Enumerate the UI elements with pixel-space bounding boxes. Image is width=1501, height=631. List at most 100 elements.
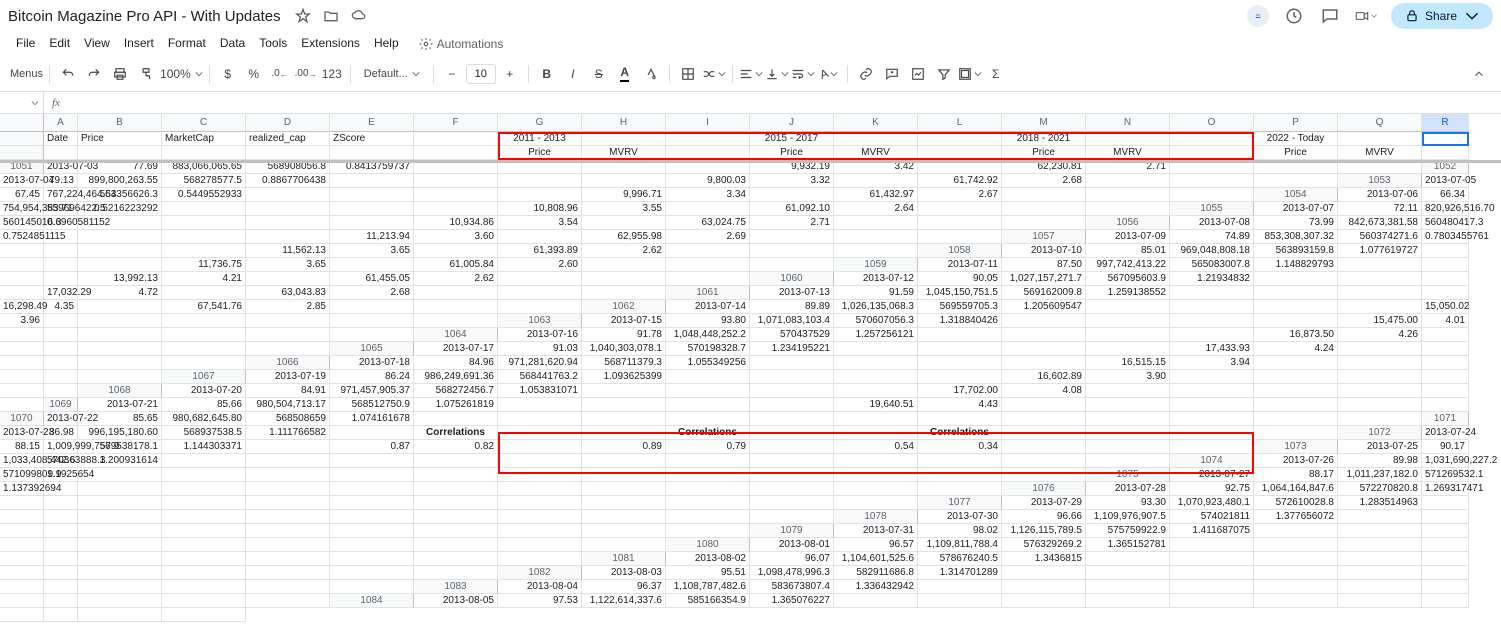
cell[interactable] <box>750 496 834 510</box>
wrap-icon[interactable] <box>791 62 815 86</box>
cell[interactable] <box>1086 188 1170 202</box>
cell[interactable] <box>1170 384 1254 398</box>
cell[interactable]: 1,104,601,525.6 <box>834 552 918 566</box>
cell[interactable]: 1,070,923,480.1 <box>1170 496 1254 510</box>
cell[interactable]: 2013-07-11 <box>918 258 1002 272</box>
cell[interactable] <box>414 468 498 482</box>
cell[interactable]: 2013-07-21 <box>78 398 162 412</box>
col-header-J[interactable]: J <box>750 114 834 132</box>
cell[interactable]: 4.35 <box>44 300 78 314</box>
cell[interactable] <box>246 272 330 286</box>
cell[interactable] <box>162 454 246 468</box>
cell[interactable]: 3.55 <box>582 202 666 216</box>
doc-title[interactable]: Bitcoin Magazine Pro API - With Updates <box>8 8 281 25</box>
cell[interactable] <box>246 342 330 356</box>
row-header[interactable]: 1074 <box>1170 454 1254 468</box>
cell[interactable] <box>1086 174 1170 188</box>
cell[interactable] <box>1254 300 1338 314</box>
row-header[interactable]: 1055 <box>1170 202 1254 216</box>
font-select[interactable]: Default... <box>357 62 427 86</box>
cell[interactable] <box>582 286 666 300</box>
cell[interactable] <box>246 552 330 566</box>
cell[interactable] <box>78 594 162 608</box>
cell[interactable] <box>918 412 1002 426</box>
cell[interactable] <box>162 524 246 538</box>
cell[interactable]: 980,682,645.80 <box>162 412 246 426</box>
rotate-icon[interactable]: A <box>817 62 841 86</box>
cell[interactable]: 574021811 <box>1170 510 1254 524</box>
cell[interactable]: 1.077619727 <box>1338 244 1422 258</box>
cell[interactable] <box>1338 300 1422 314</box>
cell[interactable] <box>1002 426 1086 440</box>
header-cell[interactable] <box>1422 132 1469 146</box>
cell[interactable]: 4.26 <box>1338 328 1422 342</box>
cell[interactable]: 1.093625399 <box>582 370 666 384</box>
cell[interactable] <box>0 244 44 258</box>
cell[interactable] <box>1170 370 1254 384</box>
cell[interactable] <box>162 356 246 370</box>
cell[interactable]: 559696422.5 <box>44 202 78 216</box>
cell[interactable] <box>44 566 78 580</box>
cell[interactable] <box>1338 510 1422 524</box>
cell[interactable] <box>246 580 330 594</box>
cell[interactable]: 3.90 <box>1086 370 1170 384</box>
corner-cell[interactable] <box>0 114 44 132</box>
cell[interactable]: 2013-07-31 <box>834 524 918 538</box>
cell[interactable]: 1.336432942 <box>834 580 918 594</box>
cell[interactable] <box>330 538 414 552</box>
cell[interactable] <box>1422 538 1469 552</box>
cell[interactable]: 1.234195221 <box>750 342 834 356</box>
menus-button[interactable]: Menus <box>10 62 43 86</box>
subheader-cell[interactable] <box>246 146 330 160</box>
cell[interactable]: 842,673,381.58 <box>1338 216 1422 230</box>
cell[interactable] <box>44 510 78 524</box>
strike-icon[interactable]: S <box>587 62 611 86</box>
header-cell[interactable] <box>1086 132 1170 146</box>
cell[interactable] <box>330 580 414 594</box>
cell[interactable] <box>1338 384 1422 398</box>
cell[interactable] <box>666 510 750 524</box>
cell[interactable]: 1.055349256 <box>666 356 750 370</box>
menu-data[interactable]: Data <box>214 34 251 54</box>
cell[interactable] <box>750 356 834 370</box>
cell[interactable] <box>246 524 330 538</box>
cell[interactable] <box>498 286 582 300</box>
cell[interactable] <box>78 496 162 510</box>
col-header-O[interactable]: O <box>1170 114 1254 132</box>
col-header-C[interactable]: C <box>162 114 246 132</box>
cell[interactable] <box>414 524 498 538</box>
menu-extensions[interactable]: Extensions <box>295 34 366 54</box>
cell[interactable] <box>666 202 750 216</box>
cell[interactable] <box>666 524 750 538</box>
cell[interactable]: 570437529 <box>750 328 834 342</box>
cell[interactable]: 72.11 <box>1338 202 1422 216</box>
cell[interactable]: 569559705.3 <box>918 300 1002 314</box>
cell[interactable] <box>582 216 666 230</box>
cell[interactable]: 0.82 <box>414 440 498 454</box>
cell[interactable] <box>1422 272 1469 286</box>
cell[interactable] <box>834 244 918 258</box>
cell[interactable] <box>414 174 498 188</box>
cell[interactable]: 10,808.96 <box>498 202 582 216</box>
cell[interactable] <box>750 412 834 426</box>
cell[interactable]: 1.144303371 <box>162 440 246 454</box>
cell[interactable] <box>0 398 44 412</box>
cell[interactable]: 13,992.13 <box>78 272 162 286</box>
cell[interactable] <box>1422 580 1469 594</box>
col-header-M[interactable]: M <box>1002 114 1086 132</box>
cell[interactable]: 2013-07-13 <box>750 286 834 300</box>
cell[interactable] <box>1254 552 1338 566</box>
cell[interactable] <box>1086 552 1170 566</box>
cell[interactable]: 66.34 <box>1422 188 1469 202</box>
cell[interactable] <box>1254 524 1338 538</box>
cell[interactable] <box>78 342 162 356</box>
cell[interactable] <box>78 314 162 328</box>
cell[interactable] <box>1170 328 1254 342</box>
cell[interactable] <box>330 300 414 314</box>
cell[interactable]: 560480417.3 <box>1422 216 1469 230</box>
cell[interactable] <box>78 510 162 524</box>
cell[interactable]: 63,024.75 <box>666 216 750 230</box>
header-cell[interactable]: 2022 - Today <box>1254 132 1338 146</box>
row-header[interactable]: 1056 <box>1086 216 1170 230</box>
cell[interactable] <box>1170 440 1254 454</box>
